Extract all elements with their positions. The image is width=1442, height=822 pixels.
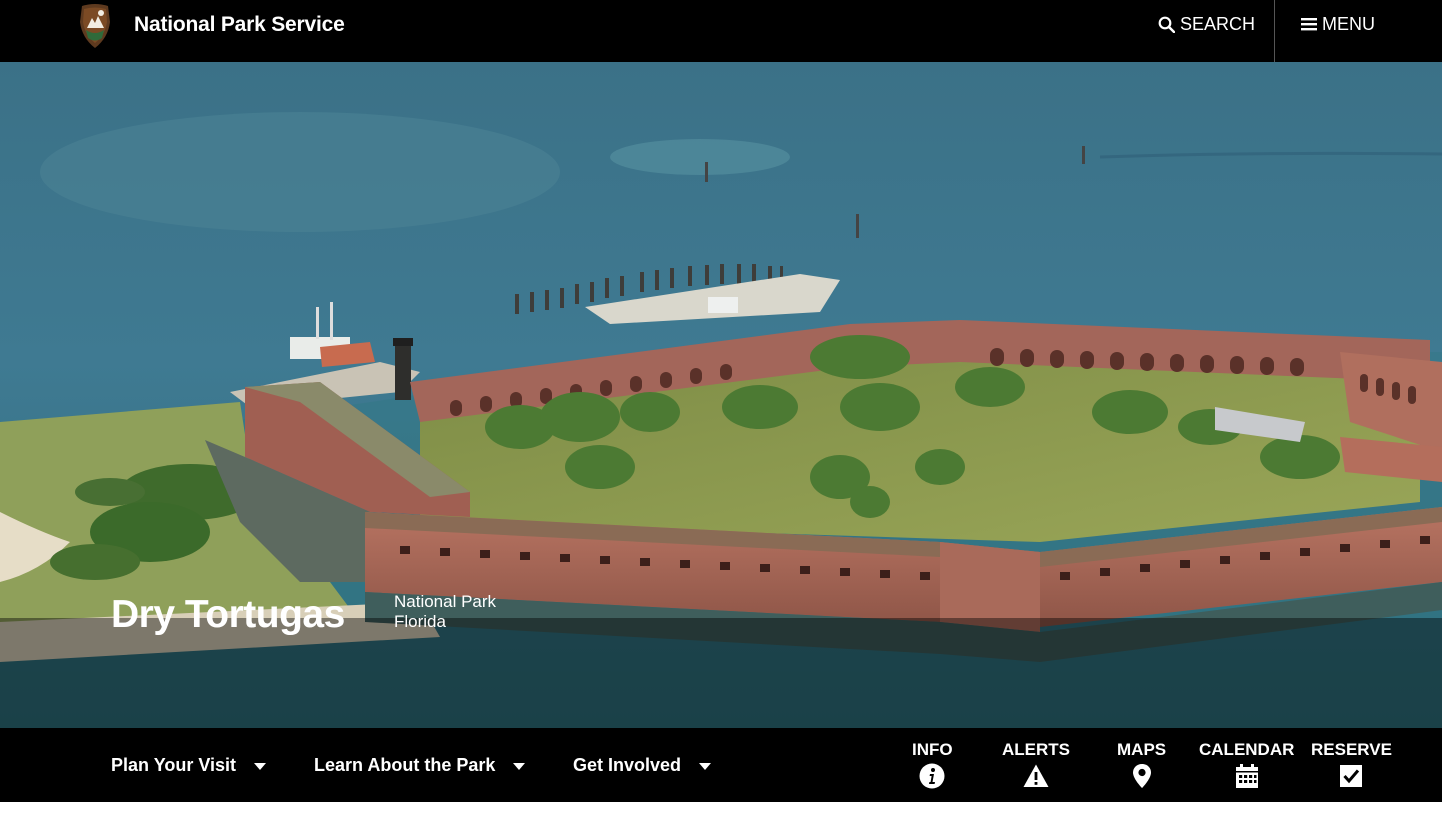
park-designation: National Park [394, 592, 497, 611]
park-designation-block: National Park Florida [394, 592, 496, 632]
quick-link-label: RESERVE [1311, 740, 1392, 759]
plan-your-visit-dropdown[interactable]: Plan Your Visit [111, 728, 267, 802]
dropdown-label: Learn About the Park [314, 754, 496, 775]
dropdown-label: Plan Your Visit [111, 754, 237, 775]
site-header: National Park Service SEARCH MENU [0, 0, 1442, 62]
caret-down-icon [699, 763, 712, 770]
search-button[interactable]: SEARCH [1158, 0, 1255, 48]
quick-link-label: INFO [912, 740, 953, 759]
reserve-link[interactable]: RESERVE [1311, 740, 1392, 789]
menu-label: MENU [1322, 13, 1375, 34]
quick-link-label: CALENDAR [1199, 740, 1295, 759]
page-body-start [0, 802, 1442, 822]
get-involved-dropdown[interactable]: Get Involved [573, 728, 712, 802]
info-icon [919, 763, 945, 789]
menu-button[interactable]: MENU [1301, 0, 1375, 48]
park-title: Dry Tortugas [111, 593, 345, 636]
alerts-link[interactable]: ALERTS [1002, 740, 1070, 789]
search-label: SEARCH [1180, 13, 1256, 34]
dropdown-label: Get Involved [573, 754, 682, 775]
info-link[interactable]: INFO [912, 740, 953, 789]
nps-home-link[interactable]: National Park Service [78, 2, 345, 48]
park-state: Florida [394, 612, 446, 631]
nps-arrowhead-icon [80, 4, 110, 48]
caret-down-icon [513, 763, 526, 770]
hamburger-icon [1301, 18, 1317, 31]
park-navigation: Plan Your Visit Learn About the Park Get… [0, 728, 1442, 802]
site-name: National Park Service [134, 13, 345, 36]
caret-down-icon [254, 763, 267, 770]
header-divider [1274, 0, 1275, 62]
alert-icon [1023, 764, 1049, 787]
search-icon [1158, 16, 1175, 33]
calendar-link[interactable]: CALENDAR [1199, 740, 1294, 789]
quick-link-label: MAPS [1117, 740, 1167, 759]
learn-about-the-park-dropdown[interactable]: Learn About the Park [314, 728, 526, 802]
maps-link[interactable]: MAPS [1117, 740, 1166, 789]
map-pin-icon [1132, 764, 1151, 788]
quick-link-label: ALERTS [1002, 740, 1070, 759]
checkbox-icon [1340, 765, 1363, 787]
calendar-icon [1235, 764, 1258, 788]
